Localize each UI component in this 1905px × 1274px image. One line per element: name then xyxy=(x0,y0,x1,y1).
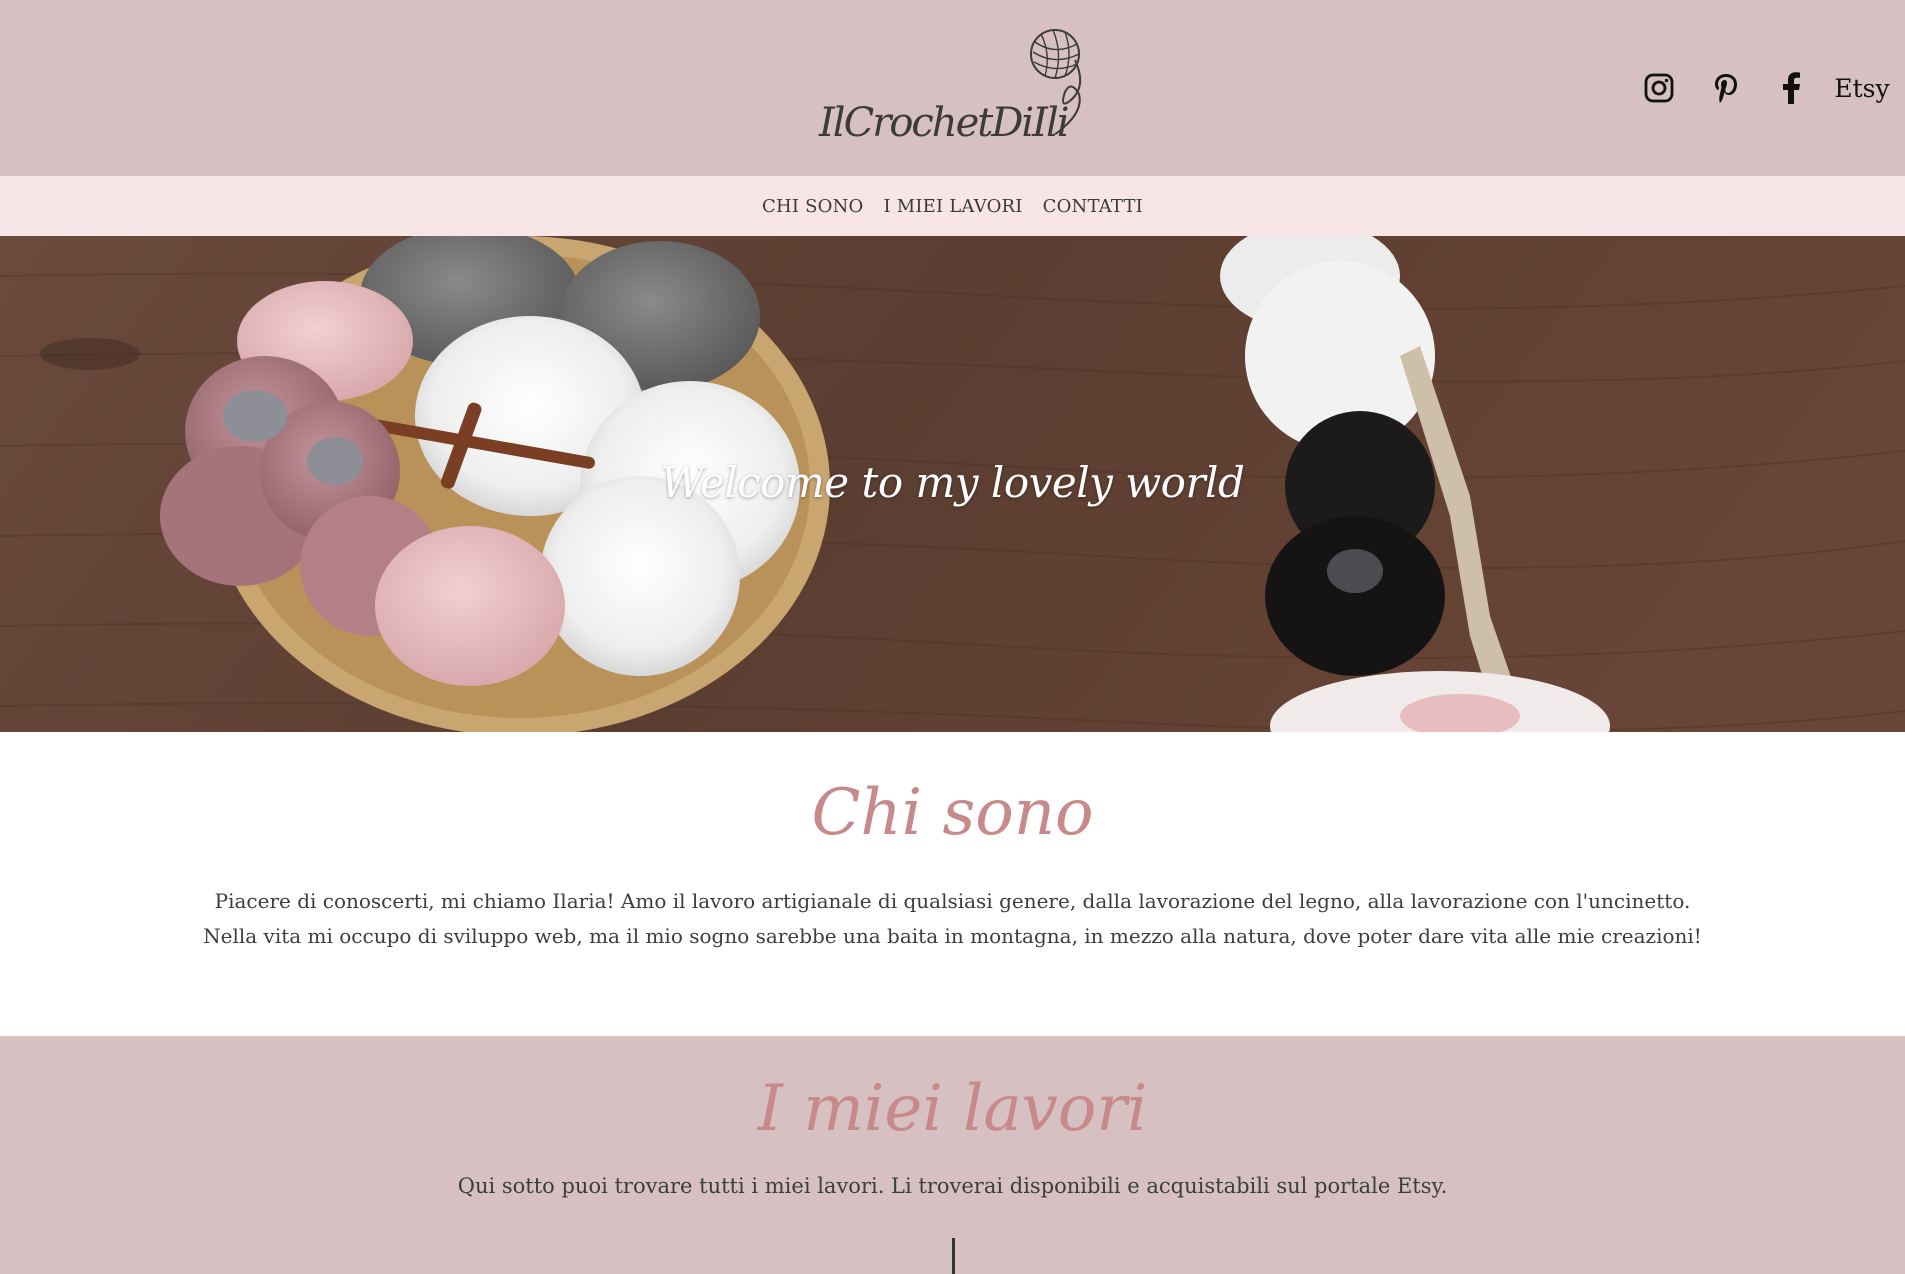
nav-item-contatti[interactable]: CONTATTI xyxy=(1043,196,1143,217)
about-section: Chi sono Piacere di conoscerti, mi chiam… xyxy=(0,732,1905,1036)
about-line-2: Nella vita mi occupo di sviluppo web, ma… xyxy=(203,924,1702,948)
hero-title: Welcome to my lovely world xyxy=(660,458,1245,507)
pinterest-icon xyxy=(1715,74,1737,103)
site-header: IlCrochetDiIli Etsy xyxy=(0,0,1905,176)
main-navigation: CHI SONO I MIEI LAVORI CONTATTI xyxy=(0,176,1905,236)
pinterest-link[interactable] xyxy=(1710,68,1742,108)
etsy-link[interactable]: Etsy xyxy=(1830,68,1894,108)
nav-item-i-miei-lavori[interactable]: I MIEI LAVORI xyxy=(884,196,1023,217)
section-divider xyxy=(952,1238,955,1274)
about-title: Chi sono xyxy=(811,776,1094,850)
hero-banner: Welcome to my lovely world xyxy=(0,236,1905,732)
about-line-1: Piacere di conoscerti, mi chiamo Ilaria!… xyxy=(214,889,1691,913)
works-section: I miei lavori Qui sotto puoi trovare tut… xyxy=(0,1036,1905,1274)
instagram-link[interactable] xyxy=(1642,68,1676,108)
yarn-ball-icon xyxy=(1030,29,1082,135)
facebook-link[interactable] xyxy=(1777,68,1805,108)
works-title: I miei lavori xyxy=(757,1072,1148,1146)
works-description: Qui sotto puoi trovare tutti i miei lavo… xyxy=(457,1174,1448,1198)
nav-item-chi-sono[interactable]: CHI SONO xyxy=(762,196,864,217)
about-text: Piacere di conoscerti, mi chiamo Ilaria!… xyxy=(0,884,1905,954)
site-logo[interactable]: IlCrochetDiIli xyxy=(815,22,1085,152)
facebook-icon xyxy=(1783,72,1800,104)
instagram-icon xyxy=(1644,73,1674,103)
